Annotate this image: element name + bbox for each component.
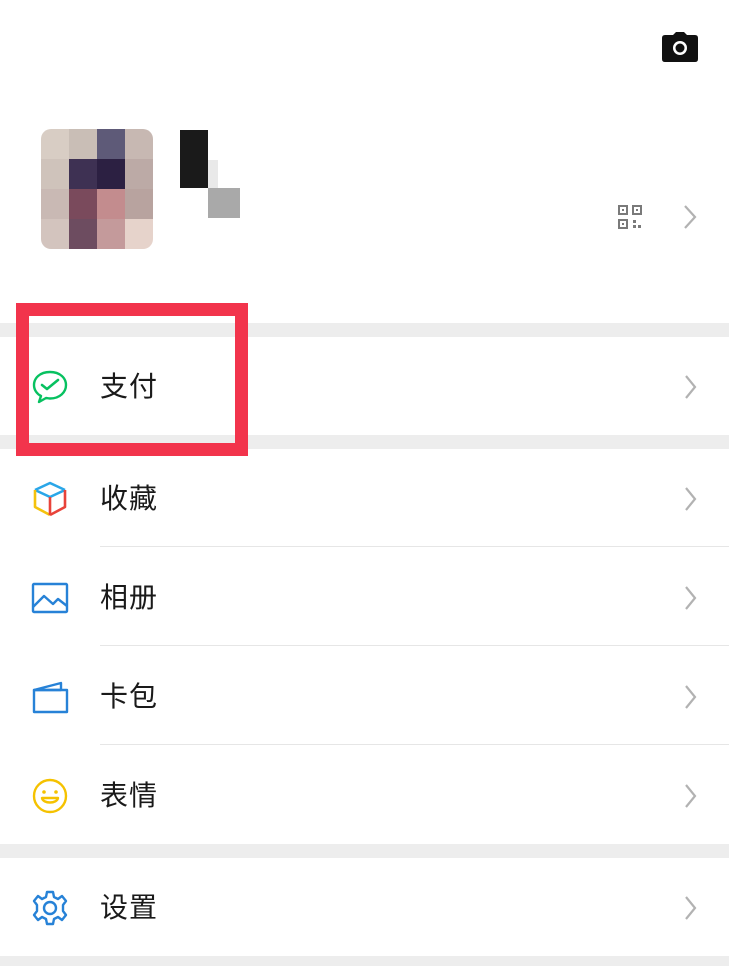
- chevron-right-icon: [685, 896, 697, 920]
- chevron-right-icon[interactable]: [676, 202, 704, 232]
- chevron-right-icon: [685, 784, 697, 808]
- avatar[interactable]: [41, 129, 153, 249]
- nickname-redacted: [178, 130, 240, 230]
- chevron-right-icon: [685, 586, 697, 610]
- menu-item-label: 相册: [100, 581, 159, 614]
- chevron-right-icon: [685, 487, 697, 511]
- chevron-right-icon: [685, 375, 697, 399]
- menu-item-label: 表情: [100, 779, 159, 812]
- section-gap: [0, 844, 729, 858]
- section-gap: [0, 323, 729, 337]
- divider: [100, 744, 729, 745]
- menu-item-favorites[interactable]: 收藏: [0, 449, 729, 547]
- menu-item-label: 支付: [100, 370, 159, 403]
- qr-code-icon[interactable]: [615, 202, 645, 232]
- card-wallet-icon: [30, 677, 70, 717]
- smiley-icon: [30, 776, 70, 816]
- menu-item-pay[interactable]: 支付: [0, 337, 729, 435]
- menu-item-label: 卡包: [100, 680, 159, 713]
- menu-item-stickers[interactable]: 表情: [0, 746, 729, 844]
- camera-icon[interactable]: [660, 30, 700, 64]
- menu-item-album[interactable]: 相册: [0, 548, 729, 646]
- menu-item-label: 设置: [100, 891, 159, 924]
- wechat-pay-icon: [30, 367, 70, 407]
- gear-icon: [30, 888, 70, 928]
- section-gap: [0, 435, 729, 449]
- album-icon: [30, 578, 70, 618]
- menu-item-cards[interactable]: 卡包: [0, 647, 729, 745]
- chevron-right-icon: [685, 685, 697, 709]
- divider: [100, 645, 729, 646]
- menu-item-label: 收藏: [100, 482, 159, 515]
- menu-item-settings[interactable]: 设置: [0, 858, 729, 956]
- favorites-cube-icon: [30, 479, 70, 519]
- section-gap: [0, 956, 729, 966]
- divider: [100, 546, 729, 547]
